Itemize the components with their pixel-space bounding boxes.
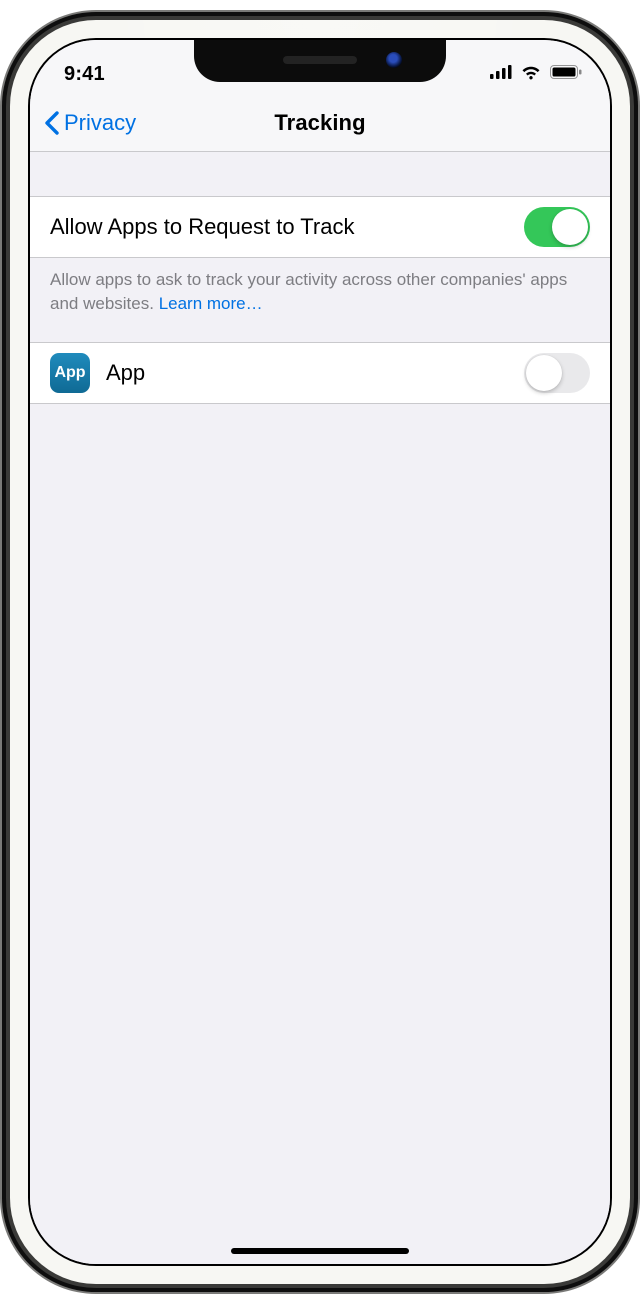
learn-more-link[interactable]: Learn more…	[159, 294, 263, 313]
app-icon-label: App	[54, 364, 85, 382]
app-icon: App	[50, 353, 90, 393]
wifi-icon	[520, 64, 542, 85]
status-icons	[490, 64, 582, 85]
allow-apps-to-track-label: Allow Apps to Request to Track	[50, 214, 524, 240]
battery-icon	[550, 65, 582, 84]
back-label: Privacy	[64, 110, 136, 136]
speaker-grille	[283, 56, 357, 64]
allow-apps-footer: Allow apps to ask to track your activity…	[30, 258, 610, 316]
status-time: 9:41	[64, 63, 105, 86]
app-row: App App	[30, 342, 610, 404]
app-name-label: App	[106, 360, 524, 386]
allow-apps-to-track-row: Allow Apps to Request to Track	[30, 196, 610, 258]
chevron-left-icon	[44, 111, 60, 135]
notch	[194, 40, 446, 82]
back-button[interactable]: Privacy	[44, 94, 136, 151]
allow-apps-to-track-toggle[interactable]	[524, 207, 590, 247]
phone-frame: 9:41	[10, 20, 630, 1284]
app-tracking-toggle[interactable]	[524, 353, 590, 393]
navigation-bar: Privacy Tracking	[30, 94, 610, 152]
screen: 9:41	[30, 40, 610, 1264]
cellular-signal-icon	[490, 65, 512, 84]
content-area[interactable]: Allow Apps to Request to Track Allow app…	[30, 152, 610, 1264]
page-title: Tracking	[274, 110, 365, 136]
front-camera	[386, 52, 402, 68]
home-indicator[interactable]	[231, 1248, 409, 1254]
footer-text: Allow apps to ask to track your activity…	[50, 270, 567, 313]
